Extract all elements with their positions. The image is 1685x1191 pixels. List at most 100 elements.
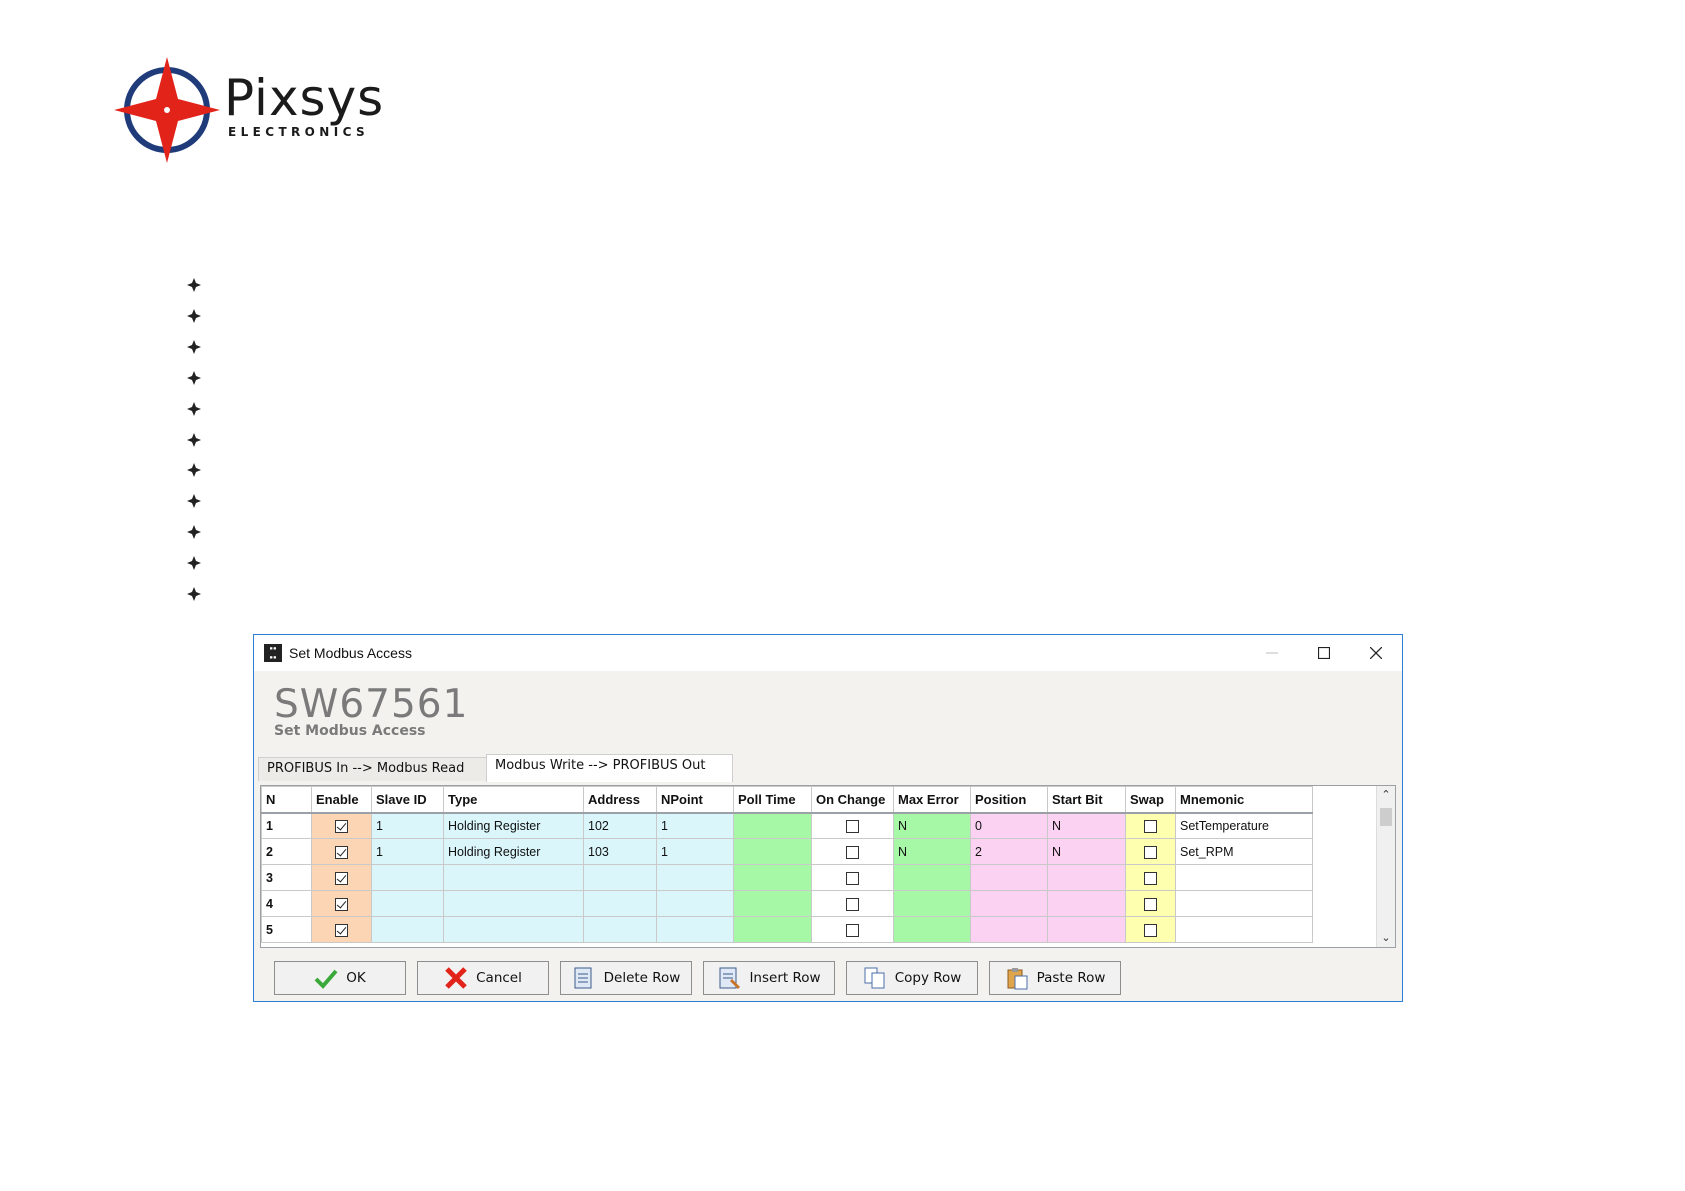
on-change-cell-checkbox[interactable] — [846, 819, 859, 833]
poll-time-cell[interactable] — [733, 916, 812, 943]
enable-cell[interactable] — [311, 916, 372, 943]
address-cell[interactable]: 103 — [583, 838, 657, 865]
position-cell[interactable] — [970, 864, 1048, 891]
vertical-scrollbar[interactable]: ⌃ ⌄ — [1376, 786, 1395, 947]
scroll-up-icon[interactable]: ⌃ — [1377, 786, 1395, 804]
swap-cell[interactable] — [1125, 864, 1176, 891]
table-row[interactable]: 4 — [261, 890, 1313, 917]
insert-row-button[interactable]: Insert Row — [703, 961, 835, 995]
column-header[interactable]: Mnemonic — [1175, 786, 1313, 814]
row-number[interactable]: 4 — [261, 890, 312, 917]
poll-time-cell[interactable] — [733, 864, 812, 891]
scroll-thumb[interactable] — [1380, 808, 1392, 826]
type-cell[interactable]: Holding Register — [443, 838, 584, 865]
start-bit-cell[interactable]: N — [1047, 838, 1126, 865]
max-error-cell[interactable] — [893, 864, 971, 891]
table-row[interactable]: 3 — [261, 864, 1313, 891]
slave-id-cell[interactable] — [371, 864, 444, 891]
table-row[interactable]: 1 1 Holding Register 102 1 N 0 N SetTemperature — [261, 812, 1313, 839]
column-header[interactable]: N — [261, 786, 312, 814]
table-row[interactable]: 5 — [261, 916, 1313, 943]
enable-cell[interactable] — [311, 864, 372, 891]
table-row[interactable]: 2 1 Holding Register 103 1 N 2 N Set_RPM — [261, 838, 1313, 865]
enable-cell-checkbox[interactable] — [335, 923, 348, 937]
scroll-down-icon[interactable]: ⌄ — [1377, 929, 1395, 947]
mnemonic-cell[interactable]: Set_RPM — [1175, 838, 1313, 865]
on-change-cell-checkbox[interactable] — [846, 845, 859, 859]
position-cell[interactable] — [970, 916, 1048, 943]
swap-cell-checkbox[interactable] — [1144, 871, 1157, 885]
slave-id-cell[interactable]: 1 — [371, 838, 444, 865]
column-header[interactable]: Start Bit — [1047, 786, 1126, 814]
column-header[interactable]: Address — [583, 786, 657, 814]
swap-cell-checkbox[interactable] — [1144, 819, 1157, 833]
swap-cell-checkbox[interactable] — [1144, 845, 1157, 859]
swap-cell[interactable] — [1125, 890, 1176, 917]
enable-cell[interactable] — [311, 812, 372, 839]
poll-time-cell[interactable] — [733, 812, 812, 839]
address-cell[interactable]: 102 — [583, 812, 657, 839]
on-change-cell[interactable] — [811, 812, 894, 839]
on-change-cell[interactable] — [811, 864, 894, 891]
column-header[interactable]: Poll Time — [733, 786, 812, 814]
address-cell[interactable] — [583, 890, 657, 917]
npoint-cell[interactable] — [656, 890, 734, 917]
cancel-button[interactable]: Cancel — [417, 961, 549, 995]
start-bit-cell[interactable] — [1047, 890, 1126, 917]
swap-cell-checkbox[interactable] — [1144, 897, 1157, 911]
poll-time-cell[interactable] — [733, 890, 812, 917]
type-cell[interactable] — [443, 916, 584, 943]
slave-id-cell[interactable] — [371, 890, 444, 917]
mnemonic-cell[interactable] — [1175, 864, 1313, 891]
position-cell[interactable]: 2 — [970, 838, 1048, 865]
on-change-cell[interactable] — [811, 916, 894, 943]
tab-modbus-write-profibus-out[interactable]: Modbus Write --> PROFIBUS Out — [486, 754, 733, 782]
max-error-cell[interactable]: N — [893, 812, 971, 839]
row-number[interactable]: 3 — [261, 864, 312, 891]
mnemonic-cell[interactable] — [1175, 916, 1313, 943]
address-cell[interactable] — [583, 916, 657, 943]
slave-id-cell[interactable]: 1 — [371, 812, 444, 839]
enable-cell-checkbox[interactable] — [335, 819, 348, 833]
delete-row-button[interactable]: Delete Row — [560, 961, 692, 995]
maximize-icon[interactable] — [1298, 635, 1350, 671]
swap-cell[interactable] — [1125, 916, 1176, 943]
swap-cell-checkbox[interactable] — [1144, 923, 1157, 937]
column-header[interactable]: Slave ID — [371, 786, 444, 814]
max-error-cell[interactable]: N — [893, 838, 971, 865]
ok-button[interactable]: OK — [274, 961, 406, 995]
npoint-cell[interactable] — [656, 916, 734, 943]
type-cell[interactable]: Holding Register — [443, 812, 584, 839]
column-header[interactable]: Max Error — [893, 786, 971, 814]
on-change-cell-checkbox[interactable] — [846, 871, 859, 885]
start-bit-cell[interactable] — [1047, 916, 1126, 943]
enable-cell-checkbox[interactable] — [335, 845, 348, 859]
on-change-cell[interactable] — [811, 838, 894, 865]
swap-cell[interactable] — [1125, 812, 1176, 839]
row-number[interactable]: 5 — [261, 916, 312, 943]
column-header[interactable]: On Change — [811, 786, 894, 814]
start-bit-cell[interactable]: N — [1047, 812, 1126, 839]
slave-id-cell[interactable] — [371, 916, 444, 943]
start-bit-cell[interactable] — [1047, 864, 1126, 891]
on-change-cell-checkbox[interactable] — [846, 923, 859, 937]
column-header[interactable]: Swap — [1125, 786, 1176, 814]
minimize-icon[interactable] — [1246, 635, 1298, 671]
enable-cell-checkbox[interactable] — [335, 897, 348, 911]
npoint-cell[interactable]: 1 — [656, 838, 734, 865]
column-header[interactable]: Enable — [311, 786, 372, 814]
poll-time-cell[interactable] — [733, 838, 812, 865]
type-cell[interactable] — [443, 890, 584, 917]
row-number[interactable]: 2 — [261, 838, 312, 865]
on-change-cell[interactable] — [811, 890, 894, 917]
npoint-cell[interactable] — [656, 864, 734, 891]
mnemonic-cell[interactable]: SetTemperature — [1175, 812, 1313, 839]
npoint-cell[interactable]: 1 — [656, 812, 734, 839]
max-error-cell[interactable] — [893, 890, 971, 917]
copy-row-button[interactable]: Copy Row — [846, 961, 978, 995]
column-header[interactable]: Position — [970, 786, 1048, 814]
enable-cell[interactable] — [311, 890, 372, 917]
paste-row-button[interactable]: Paste Row — [989, 961, 1121, 995]
close-icon[interactable] — [1350, 635, 1402, 671]
type-cell[interactable] — [443, 864, 584, 891]
